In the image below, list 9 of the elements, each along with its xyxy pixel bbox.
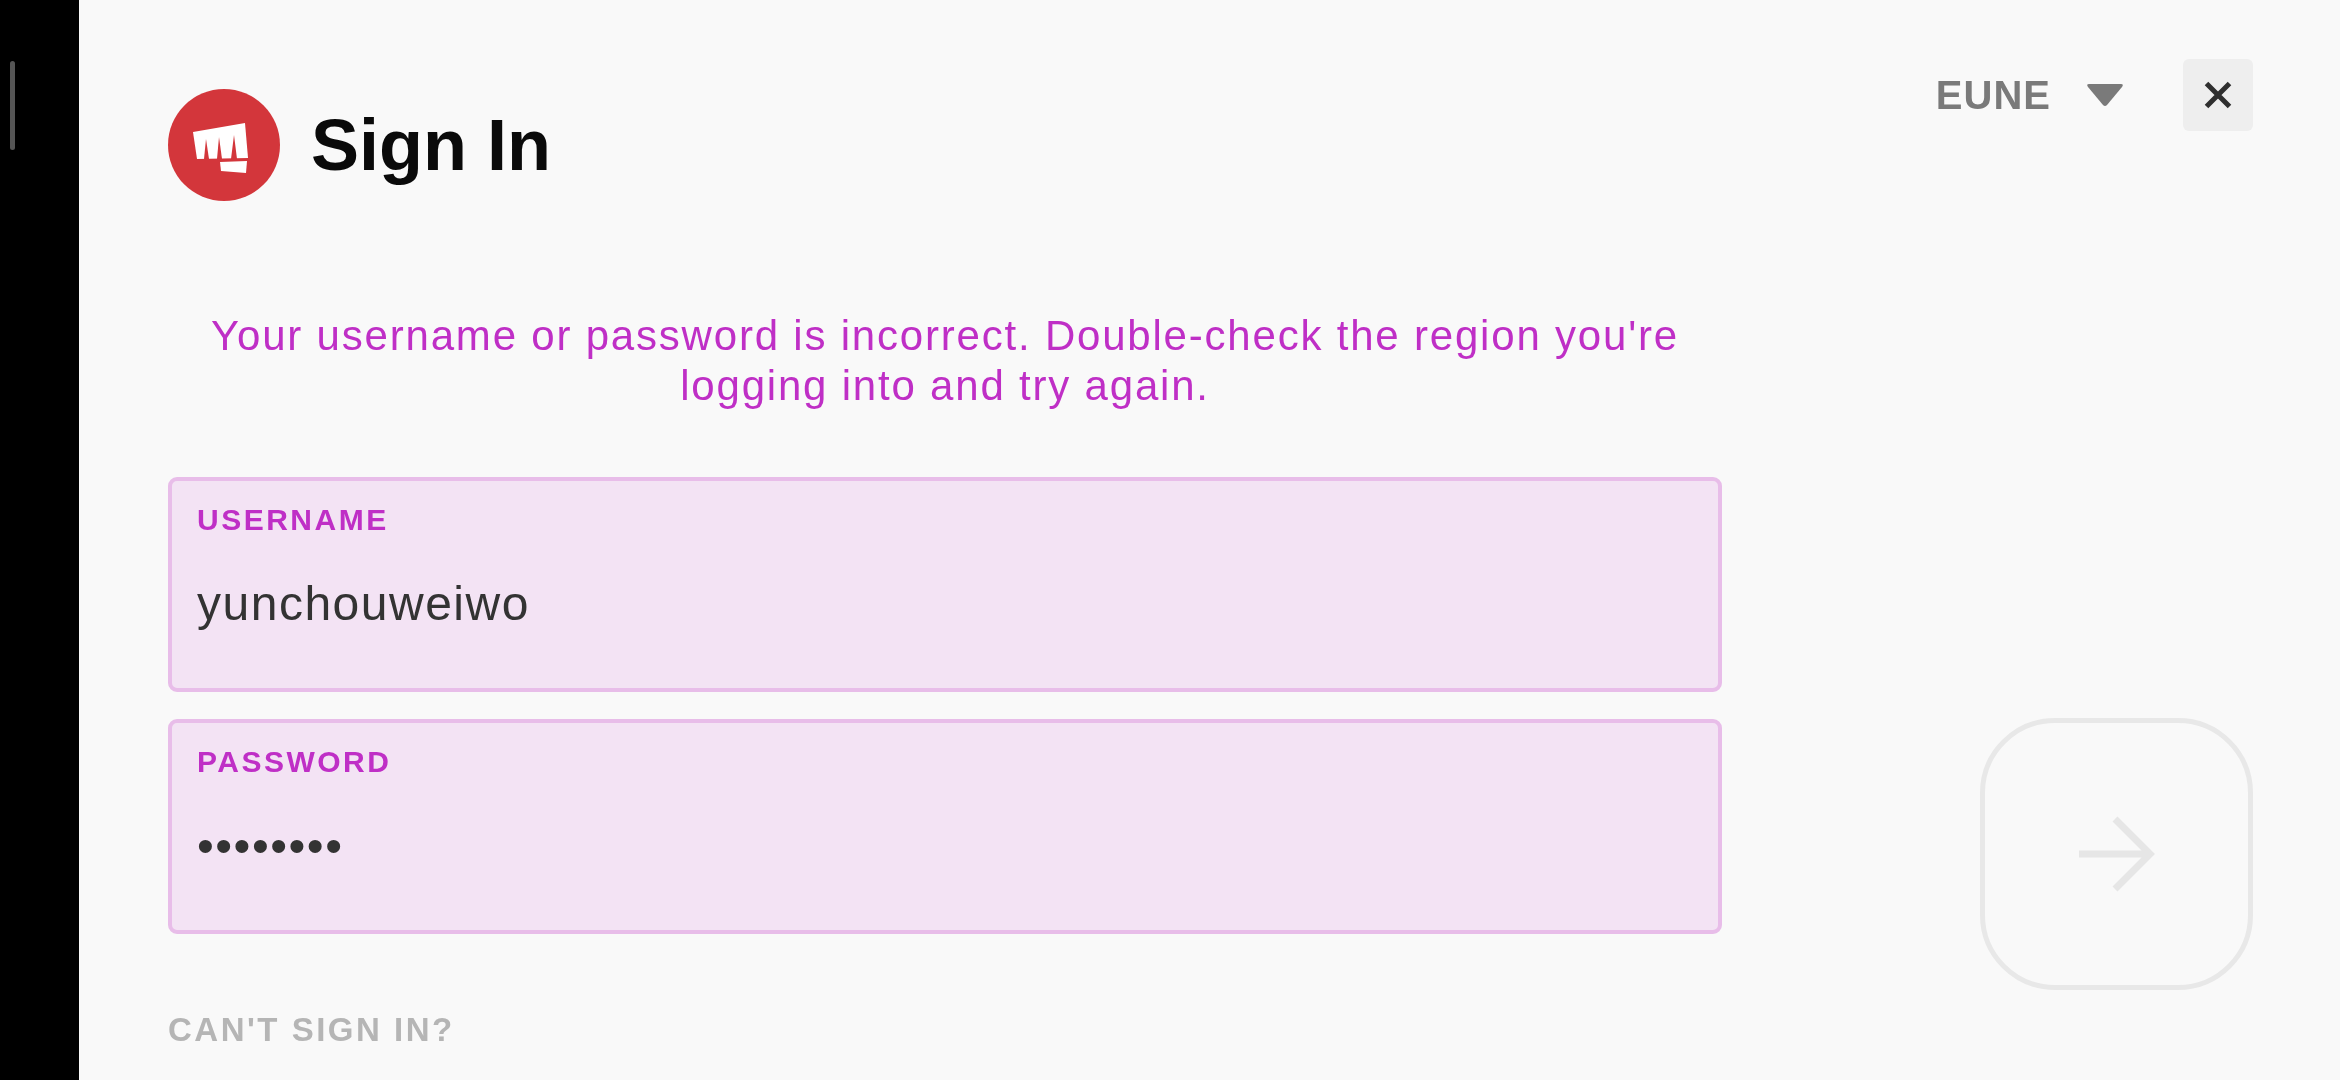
username-field[interactable]: USERNAME yunchouweiwo [168, 477, 1722, 692]
edge-panel-handle[interactable] [10, 61, 15, 150]
close-button[interactable] [2183, 59, 2253, 131]
caret-icon [2086, 83, 2124, 107]
error-message: Your username or password is incorrect. Double-check the region you're logging into and try again. [210, 311, 1680, 411]
close-icon [2204, 81, 2232, 109]
fist-logo-icon [168, 89, 280, 201]
region-dropdown[interactable]: EUNE [1935, 71, 2124, 119]
password-field[interactable]: PASSWORD •••••••• [168, 719, 1722, 934]
